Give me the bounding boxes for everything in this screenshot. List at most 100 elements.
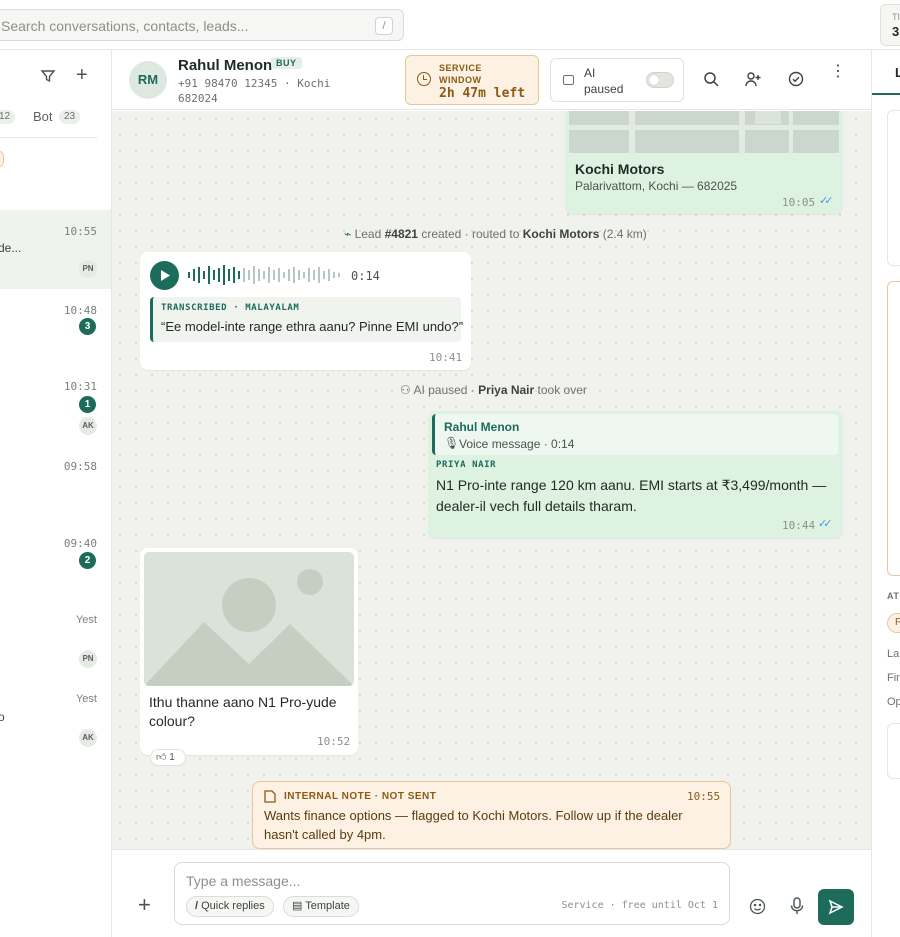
template-button[interactable]: ▤ Template (283, 896, 359, 917)
dealer-name: Kochi Motors (522, 227, 600, 241)
conversation-list-panel: + 12 Bot 23 10:55 de... PN 10:48 3 10:31… (0, 50, 112, 937)
toggle-knob (649, 75, 659, 85)
read-receipt-icon: ✓✓ (818, 518, 833, 530)
contact-avatar[interactable]: RM (129, 61, 167, 99)
conversation-item[interactable] (0, 372, 111, 450)
tab-count-bot: 23 (59, 110, 81, 124)
resolve-check-icon[interactable] (788, 71, 804, 87)
intent-badge: BUY (271, 57, 302, 69)
bot-icon (563, 75, 574, 85)
microphone-icon[interactable] (790, 897, 804, 915)
quoted-author: Rahul Menon (444, 420, 520, 434)
note-icon (264, 790, 276, 803)
conversation-item[interactable] (0, 528, 111, 606)
event-text-suffix: (2.4 km) (599, 227, 647, 241)
more-options-icon[interactable]: ⋮ (830, 64, 846, 80)
template-label: Template (305, 900, 350, 912)
audio-waveform[interactable] (188, 264, 344, 286)
contact-name[interactable]: Rahul Menon (178, 57, 272, 74)
activity-icon: ⌁ (344, 227, 352, 241)
conversation-snippet: de... (0, 241, 22, 255)
mic-icon: 🎙︎ (444, 436, 460, 450)
quick-replies-label: Quick replies (201, 900, 265, 912)
location-title: Kochi Motors (575, 161, 665, 177)
agent-name: Priya Nair (478, 383, 535, 397)
stat-card-value: 3 (892, 24, 900, 39)
reaction-count: 1 (169, 752, 175, 763)
active-tab-indicator (872, 93, 900, 95)
chat-header: RM Rahul Menon BUY +91 98470 12345 · Koc… (112, 50, 871, 110)
top-right-stat-card[interactable]: TI 3 (880, 4, 900, 46)
attribute-row-label: Fir (887, 672, 900, 684)
agent-reply-message[interactable]: Rahul Menon 🎙︎ Voice message · 0:14 PRIY… (428, 411, 843, 538)
lead-details-panel: L AT F La Fir Op (871, 50, 900, 937)
tab-lead[interactable]: L (895, 65, 900, 80)
notes-card (887, 723, 900, 779)
stat-card-label: TI (892, 12, 900, 22)
event-text-prefix: AI paused · (413, 383, 479, 397)
emoji-icon[interactable] (749, 898, 766, 915)
template-icon: ▤ (292, 900, 303, 912)
image-placeholder-icon[interactable] (144, 552, 354, 686)
search-shortcut-hint: / (375, 17, 393, 35)
conversation-item[interactable] (0, 296, 111, 372)
message-input-placeholder: Type a message... (186, 873, 301, 889)
quick-replies-button[interactable]: / Quick replies (186, 896, 274, 917)
lead-id-link[interactable]: #4821 (385, 227, 418, 241)
lead-summary-card (887, 110, 900, 266)
attribute-row-label: La (887, 648, 900, 660)
transcription-text: “Ee model-inte range ethra aanu? Pinne E… (161, 319, 464, 334)
attach-plus-icon[interactable]: + (138, 894, 151, 916)
quoted-message[interactable]: Rahul Menon 🎙︎ Voice message · 0:14 (432, 414, 838, 455)
top-bar: Search conversations, contacts, leads...… (0, 0, 900, 50)
attribute-chip[interactable]: F (887, 613, 900, 633)
service-hint: Service · free until Oct 1 (561, 900, 718, 911)
ai-status-label: AI paused (584, 66, 624, 96)
event-text-mid: created · routed to (417, 227, 523, 241)
lead-created-event: ⌁ Lead #4821 created · routed to Kochi M… (344, 227, 647, 241)
message-text: N1 Pro-inte range 120 km aanu. EMI start… (436, 477, 827, 514)
message-time: 10:44 (782, 519, 816, 532)
ai-status-control[interactable]: AI paused (550, 58, 684, 102)
conversation-item[interactable] (0, 606, 111, 684)
service-window-remaining: 2h 47m left (439, 86, 526, 101)
note-time: 10:55 (687, 790, 721, 803)
message-input[interactable]: Type a message... / Quick replies ▤ Temp… (174, 862, 730, 925)
new-conversation-plus-icon[interactable]: + (76, 65, 88, 85)
ai-paused-event: ⚇ AI paused · Priya Nair took over (400, 383, 587, 397)
service-window-indicator: SERVICE WINDOW 2h 47m left (405, 55, 539, 105)
send-icon (828, 899, 844, 915)
global-search-input[interactable]: Search conversations, contacts, leads...… (0, 9, 404, 41)
message-time: 10:52 (317, 735, 351, 748)
tab-count-first[interactable]: 12 (0, 110, 16, 124)
attributes-section-label: AT (887, 591, 900, 601)
location-message[interactable]: Kochi Motors Palarivattom, Kochi — 68202… (565, 111, 843, 214)
send-button[interactable] (818, 889, 854, 925)
dealer-card (887, 281, 900, 576)
internal-note[interactable]: INTERNAL NOTE · NOT SENT 10:55 Wants fin… (252, 781, 731, 849)
note-text: Wants finance options — flagged to Kochi… (264, 808, 683, 842)
tab-bot[interactable]: Bot (33, 109, 53, 124)
voice-message[interactable]: 0:14 TRANSCRIBED · MALAYALAM “Ee model-i… (140, 252, 471, 370)
ai-toggle[interactable] (646, 72, 674, 88)
filter-icon[interactable] (40, 68, 56, 84)
assign-user-icon[interactable] (745, 71, 761, 87)
search-placeholder: Search conversations, contacts, leads... (1, 18, 249, 34)
search-icon[interactable] (703, 71, 719, 87)
conversation-item[interactable] (0, 684, 111, 762)
message-time: 10:05 (782, 196, 816, 209)
read-receipt-icon: ✓✓ (819, 195, 834, 207)
status-filter-chip[interactable] (0, 150, 4, 168)
attribute-row-label: Op (887, 696, 900, 708)
reaction-chip[interactable]: 👍︎ 1 (150, 749, 186, 766)
contact-phone-location: +91 98470 12345 · Kochi 682024 (178, 77, 331, 105)
play-button[interactable] (150, 261, 179, 290)
transcription-label: TRANSCRIBED · MALAYALAM (161, 303, 300, 313)
quoted-text: Voice message · 0:14 (459, 437, 575, 451)
event-text-prefix: Lead (354, 227, 385, 241)
user-icon: ⚇ (400, 383, 411, 397)
message-composer: + Type a message... / Quick replies ▤ Te… (112, 849, 871, 937)
message-thread[interactable]: Kochi Motors Palarivattom, Kochi — 68202… (112, 111, 871, 849)
conversation-item[interactable] (0, 450, 111, 528)
image-message[interactable]: Ithu thanne aano N1 Pro-yude colour? 10:… (140, 548, 358, 755)
